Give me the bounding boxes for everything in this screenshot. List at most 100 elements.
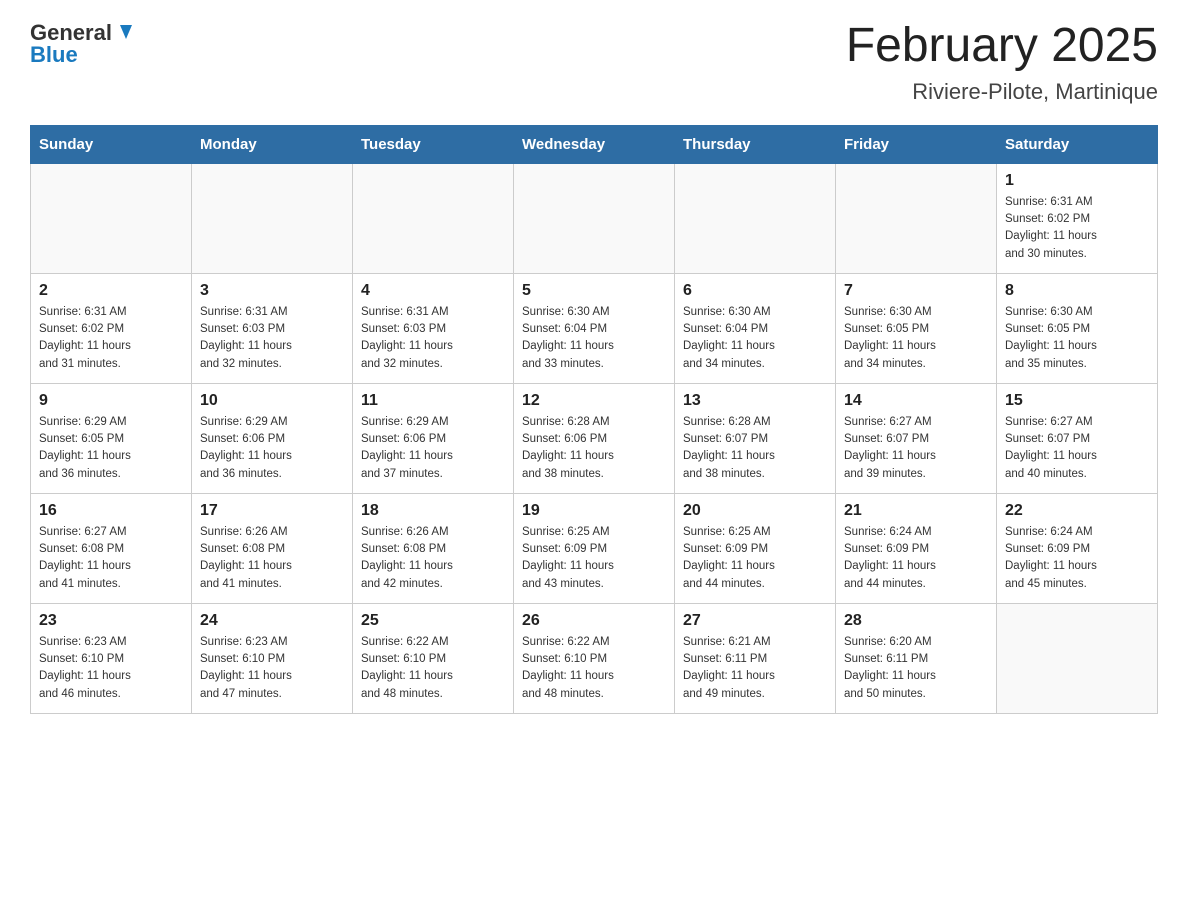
day-number: 15 (1005, 392, 1149, 410)
day-info: Sunrise: 6:31 AMSunset: 6:02 PMDaylight:… (39, 304, 183, 373)
month-title: February 2025 (846, 20, 1158, 73)
day-info: Sunrise: 6:24 AMSunset: 6:09 PMDaylight:… (844, 524, 988, 593)
calendar-day-cell: 7 Sunrise: 6:30 AMSunset: 6:05 PMDaylight… (836, 273, 997, 383)
day-number: 21 (844, 502, 988, 520)
day-number: 22 (1005, 502, 1149, 520)
day-number: 14 (844, 392, 988, 410)
calendar-day-cell: 23Sunrise: 6:23 AMSunset: 6:10 PMDayligh… (31, 603, 192, 713)
day-info: Sunrise: 6:29 AMSunset: 6:05 PMDaylight:… (39, 414, 183, 483)
day-number: 1 (1005, 172, 1149, 190)
calendar-day-cell (675, 163, 836, 273)
calendar-day-cell (192, 163, 353, 273)
calendar-day-cell: 22 Sunrise: 6:24 AMSunset: 6:09 PMDayligh… (997, 493, 1158, 603)
weekday-header-wednesday: Wednesday (514, 125, 675, 163)
day-info: Sunrise: 6:29 AMSunset: 6:06 PMDaylight:… (361, 414, 505, 483)
calendar-table: SundayMondayTuesdayWednesdayThursdayFrid… (30, 125, 1158, 714)
weekday-header-monday: Monday (192, 125, 353, 163)
calendar-day-cell: 12 Sunrise: 6:28 AMSunset: 6:06 PMDayligh… (514, 383, 675, 493)
calendar-day-cell (353, 163, 514, 273)
day-number: 19 (522, 502, 666, 520)
calendar-week-row: 16 Sunrise: 6:27 AMSunset: 6:08 PMDayligh… (31, 493, 1158, 603)
day-number: 28 (844, 612, 988, 630)
day-info: Sunrise: 6:29 AMSunset: 6:06 PMDaylight:… (200, 414, 344, 483)
calendar-day-cell: 15 Sunrise: 6:27 AMSunset: 6:07 PMDayligh… (997, 383, 1158, 493)
day-number: 23 (39, 612, 183, 630)
calendar-week-row: 9 Sunrise: 6:29 AMSunset: 6:05 PMDaylight… (31, 383, 1158, 493)
day-number: 18 (361, 502, 505, 520)
weekday-header-row: SundayMondayTuesdayWednesdayThursdayFrid… (31, 125, 1158, 163)
calendar-day-cell: 3 Sunrise: 6:31 AMSunset: 6:03 PMDaylight… (192, 273, 353, 383)
calendar-day-cell: 25Sunrise: 6:22 AMSunset: 6:10 PMDayligh… (353, 603, 514, 713)
calendar-week-row: 1 Sunrise: 6:31 AMSunset: 6:02 PMDaylight… (31, 163, 1158, 273)
page-header: General Blue February 2025 Riviere-Pilot… (30, 20, 1158, 105)
day-number: 8 (1005, 282, 1149, 300)
day-number: 5 (522, 282, 666, 300)
weekday-header-sunday: Sunday (31, 125, 192, 163)
day-number: 17 (200, 502, 344, 520)
calendar-day-cell: 26 Sunrise: 6:22 AMSunset: 6:10 PMDayligh… (514, 603, 675, 713)
calendar-day-cell: 28 Sunrise: 6:20 AMSunset: 6:11 PMDayligh… (836, 603, 997, 713)
weekday-header-thursday: Thursday (675, 125, 836, 163)
calendar-day-cell: 2 Sunrise: 6:31 AMSunset: 6:02 PMDaylight… (31, 273, 192, 383)
weekday-header-saturday: Saturday (997, 125, 1158, 163)
calendar-day-cell: 18 Sunrise: 6:26 AMSunset: 6:08 PMDayligh… (353, 493, 514, 603)
day-info: Sunrise: 6:26 AMSunset: 6:08 PMDaylight:… (361, 524, 505, 593)
day-info: Sunrise: 6:25 AMSunset: 6:09 PMDaylight:… (522, 524, 666, 593)
calendar-day-cell: 21 Sunrise: 6:24 AMSunset: 6:09 PMDayligh… (836, 493, 997, 603)
day-number: 7 (844, 282, 988, 300)
day-number: 26 (522, 612, 666, 630)
day-info: Sunrise: 6:20 AMSunset: 6:11 PMDaylight:… (844, 634, 988, 703)
day-info: Sunrise: 6:24 AMSunset: 6:09 PMDaylight:… (1005, 524, 1149, 593)
calendar-week-row: 23 Sunrise: 6:23 AMSunset: 6:10 PMDayligh… (31, 603, 1158, 713)
day-info: Sunrise: 6:27 AMSunset: 6:07 PMDaylight:… (1005, 414, 1149, 483)
day-number: 13 (683, 392, 827, 410)
day-info: Sunrise: 6:22 AMSunset: 6:10 PMDaylight:… (522, 634, 666, 703)
logo: General Blue (30, 20, 136, 68)
calendar-day-cell (836, 163, 997, 273)
calendar-day-cell: 20Sunrise: 6:25 AMSunset: 6:09 PMDayligh… (675, 493, 836, 603)
day-info: Sunrise: 6:31 AMSunset: 6:03 PMDaylight:… (361, 304, 505, 373)
day-info: Sunrise: 6:30 AMSunset: 6:05 PMDaylight:… (844, 304, 988, 373)
logo-triangle-icon (114, 21, 136, 43)
day-info: Sunrise: 6:27 AMSunset: 6:08 PMDaylight:… (39, 524, 183, 593)
calendar-day-cell (31, 163, 192, 273)
logo-blue-text: Blue (30, 42, 78, 68)
calendar-day-cell: 19 Sunrise: 6:25 AMSunset: 6:09 PMDayligh… (514, 493, 675, 603)
calendar-day-cell: 6Sunrise: 6:30 AMSunset: 6:04 PMDaylight… (675, 273, 836, 383)
day-info: Sunrise: 6:26 AMSunset: 6:08 PMDaylight:… (200, 524, 344, 593)
day-info: Sunrise: 6:21 AMSunset: 6:11 PMDaylight:… (683, 634, 827, 703)
day-number: 25 (361, 612, 505, 630)
day-number: 27 (683, 612, 827, 630)
day-info: Sunrise: 6:23 AMSunset: 6:10 PMDaylight:… (200, 634, 344, 703)
day-number: 4 (361, 282, 505, 300)
calendar-day-cell: 27 Sunrise: 6:21 AMSunset: 6:11 PMDayligh… (675, 603, 836, 713)
day-number: 24 (200, 612, 344, 630)
calendar-day-cell (997, 603, 1158, 713)
calendar-day-cell: 11 Sunrise: 6:29 AMSunset: 6:06 PMDayligh… (353, 383, 514, 493)
day-number: 20 (683, 502, 827, 520)
day-info: Sunrise: 6:28 AMSunset: 6:06 PMDaylight:… (522, 414, 666, 483)
calendar-week-row: 2 Sunrise: 6:31 AMSunset: 6:02 PMDaylight… (31, 273, 1158, 383)
day-info: Sunrise: 6:31 AMSunset: 6:02 PMDaylight:… (1005, 194, 1149, 263)
calendar-day-cell: 14Sunrise: 6:27 AMSunset: 6:07 PMDayligh… (836, 383, 997, 493)
calendar-day-cell: 8 Sunrise: 6:30 AMSunset: 6:05 PMDaylight… (997, 273, 1158, 383)
day-number: 11 (361, 392, 505, 410)
day-info: Sunrise: 6:31 AMSunset: 6:03 PMDaylight:… (200, 304, 344, 373)
day-number: 6 (683, 282, 827, 300)
day-number: 3 (200, 282, 344, 300)
day-info: Sunrise: 6:28 AMSunset: 6:07 PMDaylight:… (683, 414, 827, 483)
day-info: Sunrise: 6:30 AMSunset: 6:05 PMDaylight:… (1005, 304, 1149, 373)
calendar-day-cell: 13 Sunrise: 6:28 AMSunset: 6:07 PMDayligh… (675, 383, 836, 493)
day-number: 10 (200, 392, 344, 410)
calendar-day-cell: 5Sunrise: 6:30 AMSunset: 6:04 PMDaylight… (514, 273, 675, 383)
calendar-day-cell: 9 Sunrise: 6:29 AMSunset: 6:05 PMDaylight… (31, 383, 192, 493)
calendar-day-cell (514, 163, 675, 273)
day-number: 2 (39, 282, 183, 300)
day-number: 12 (522, 392, 666, 410)
day-number: 16 (39, 502, 183, 520)
day-number: 9 (39, 392, 183, 410)
calendar-day-cell: 4 Sunrise: 6:31 AMSunset: 6:03 PMDaylight… (353, 273, 514, 383)
title-section: February 2025 Riviere-Pilote, Martinique (846, 20, 1158, 105)
weekday-header-friday: Friday (836, 125, 997, 163)
calendar-day-cell: 24 Sunrise: 6:23 AMSunset: 6:10 PMDayligh… (192, 603, 353, 713)
